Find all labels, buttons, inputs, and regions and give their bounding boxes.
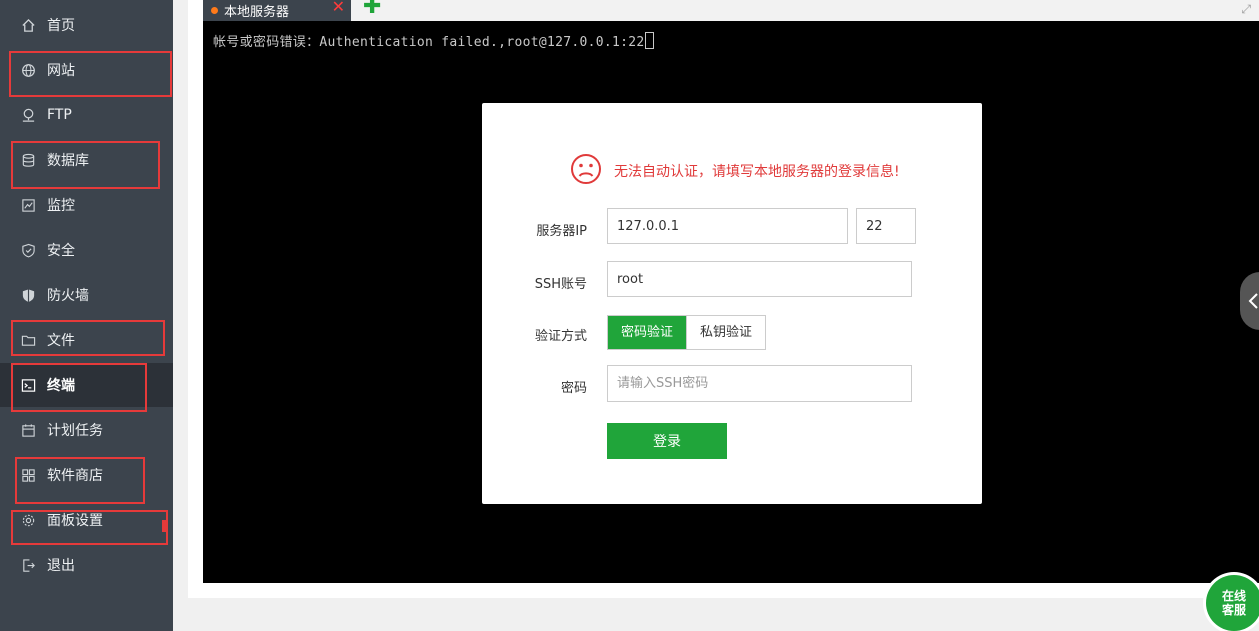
sidebar-item-label: 防火墙 <box>47 288 89 304</box>
sidebar-item-label: 安全 <box>47 243 75 259</box>
sidebar-item-label: FTP <box>47 107 72 123</box>
sidebar-item-label: 数据库 <box>47 153 89 169</box>
ftp-icon <box>20 107 36 123</box>
terminal-output-line: 帐号或密码错误：Authentication failed.,root@127.… <box>213 31 655 50</box>
server-ip-input[interactable] <box>607 208 848 244</box>
sidebar-item-label: 计划任务 <box>47 423 103 439</box>
password-input[interactable] <box>607 365 912 402</box>
sidebar: 首页 网站 FTP 数据库 监控 安全 防火墙 文件 终端 计划任务 软件商店 … <box>0 0 173 631</box>
sidebar-item-panel-settings[interactable]: 面板设置 <box>0 498 173 542</box>
add-tab-icon[interactable]: ✚ <box>363 0 381 18</box>
shield-icon <box>20 242 36 258</box>
monitor-icon <box>20 197 36 213</box>
firewall-icon <box>20 287 36 303</box>
sidebar-item-label: 软件商店 <box>47 468 103 484</box>
sidebar-item-files[interactable]: 文件 <box>0 318 173 362</box>
dialog-message: 无法自动认证，请填写本地服务器的登录信息! <box>614 164 900 180</box>
terminal-cursor <box>645 32 655 49</box>
ssh-user-input[interactable] <box>607 261 912 297</box>
auth-method-label: 验证方式 <box>534 329 587 344</box>
port-input[interactable] <box>856 208 916 244</box>
terminal-icon <box>20 377 36 393</box>
sidebar-item-logout[interactable]: 退出 <box>0 543 173 587</box>
sidebar-item-app-store[interactable]: 软件商店 <box>0 453 173 497</box>
calendar-icon <box>20 422 36 438</box>
sidebar-item-home[interactable]: 首页 <box>0 3 173 47</box>
globe-icon <box>20 62 36 78</box>
grid-icon <box>20 467 36 483</box>
tab-label: 本地服务器 <box>224 5 290 20</box>
close-icon[interactable]: ✕ <box>332 0 345 15</box>
status-dot-icon <box>211 7 218 14</box>
login-button[interactable]: 登录 <box>607 423 727 459</box>
sidebar-item-firewall[interactable]: 防火墙 <box>0 273 173 317</box>
chevron-left-icon <box>1248 293 1258 309</box>
annotation-marker <box>162 520 168 532</box>
home-icon <box>20 17 36 33</box>
password-auth-button[interactable]: 密码验证 <box>608 316 687 349</box>
password-label: 密码 <box>560 381 587 396</box>
online-support-button[interactable]: 在线 客服 <box>1206 575 1259 631</box>
page-footer <box>173 610 1259 631</box>
sidebar-item-label: 退出 <box>47 558 75 574</box>
sidebar-item-label: 终端 <box>47 378 75 394</box>
sidebar-item-security[interactable]: 安全 <box>0 228 173 272</box>
sidebar-item-label: 首页 <box>47 18 75 34</box>
ssh-user-label: SSH账号 <box>534 277 587 292</box>
server-ip-label: 服务器IP <box>536 224 587 239</box>
folder-icon <box>20 332 36 348</box>
key-auth-button[interactable]: 私钥验证 <box>686 316 766 349</box>
sidebar-item-label: 面板设置 <box>47 513 103 529</box>
sidebar-item-cron[interactable]: 计划任务 <box>0 408 173 452</box>
terminal-tabbar: 本地服务器 ✕ ✚ ⤢ <box>203 0 1259 21</box>
sidebar-item-database[interactable]: 数据库 <box>0 138 173 182</box>
auth-method-toggle: 密码验证 私钥验证 <box>607 315 767 350</box>
logout-icon <box>20 557 36 573</box>
database-icon <box>20 152 36 168</box>
sad-face-icon <box>570 153 602 189</box>
ssh-login-dialog: 无法自动认证，请填写本地服务器的登录信息! 服务器IP SSH账号 验证方式 密… <box>482 103 982 504</box>
sidebar-item-label: 监控 <box>47 198 75 214</box>
sidebar-item-monitor[interactable]: 监控 <box>0 183 173 227</box>
tab-local-server[interactable]: 本地服务器 ✕ <box>203 0 351 21</box>
sidebar-item-label: 文件 <box>47 333 75 349</box>
gear-icon <box>20 512 36 528</box>
fullscreen-icon[interactable]: ⤢ <box>1241 2 1251 17</box>
collapse-handle[interactable] <box>1240 272 1259 330</box>
sidebar-item-terminal[interactable]: 终端 <box>0 363 173 407</box>
sidebar-item-label: 网站 <box>47 63 75 79</box>
chat-label-line2: 客服 <box>1221 603 1246 617</box>
sidebar-item-website[interactable]: 网站 <box>0 48 173 92</box>
dialog-header: 无法自动认证，请填写本地服务器的登录信息! <box>570 153 900 189</box>
sidebar-item-ftp[interactable]: FTP <box>0 93 173 137</box>
chat-label-line1: 在线 <box>1221 589 1246 603</box>
